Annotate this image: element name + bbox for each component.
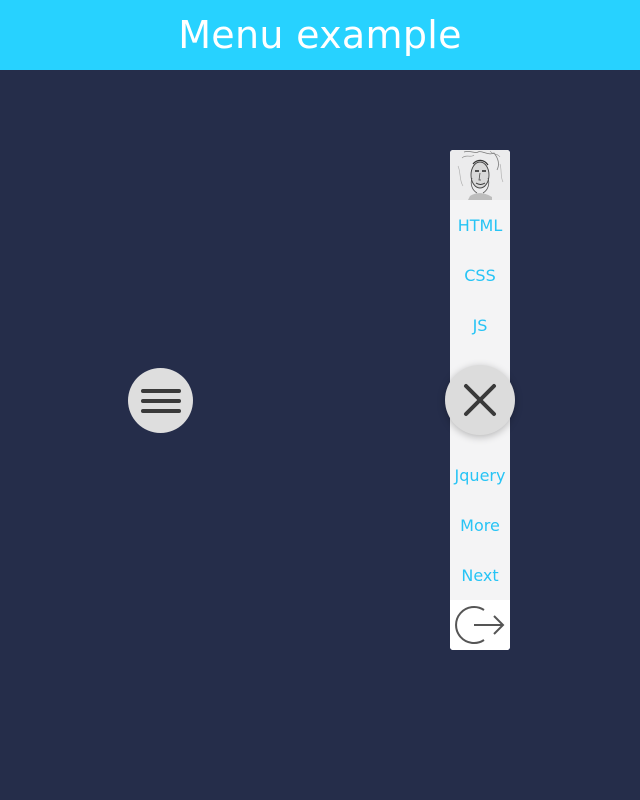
menu-item-label: JS (472, 315, 488, 335)
close-menu-button[interactable] (445, 365, 515, 435)
menu-item-label: HTML (457, 215, 503, 235)
menu-item-label: More (460, 515, 500, 535)
hamburger-menu-icon (140, 386, 181, 416)
menu-item-label: Next (461, 565, 499, 585)
avatar (450, 150, 510, 200)
close-x-icon (464, 384, 496, 416)
menu-item-jquery[interactable]: Jquery (450, 450, 510, 500)
menu-item-next[interactable]: Next (450, 550, 510, 600)
portrait-sketch-icon (450, 150, 510, 200)
menu-item-css[interactable]: CSS (450, 250, 510, 300)
logout-arrow-icon (455, 606, 505, 644)
menu-item-more[interactable]: More (450, 500, 510, 550)
menu-item-js[interactable]: JS (450, 300, 510, 350)
menu-item-label: Jquery (454, 465, 506, 485)
logout-button[interactable] (450, 600, 510, 650)
page-title: Menu example (178, 13, 462, 57)
menu-item-label: CSS (464, 265, 496, 285)
app-header: Menu example (0, 0, 640, 70)
hamburger-menu-button[interactable] (128, 368, 193, 433)
menu-item-html[interactable]: HTML (450, 200, 510, 250)
